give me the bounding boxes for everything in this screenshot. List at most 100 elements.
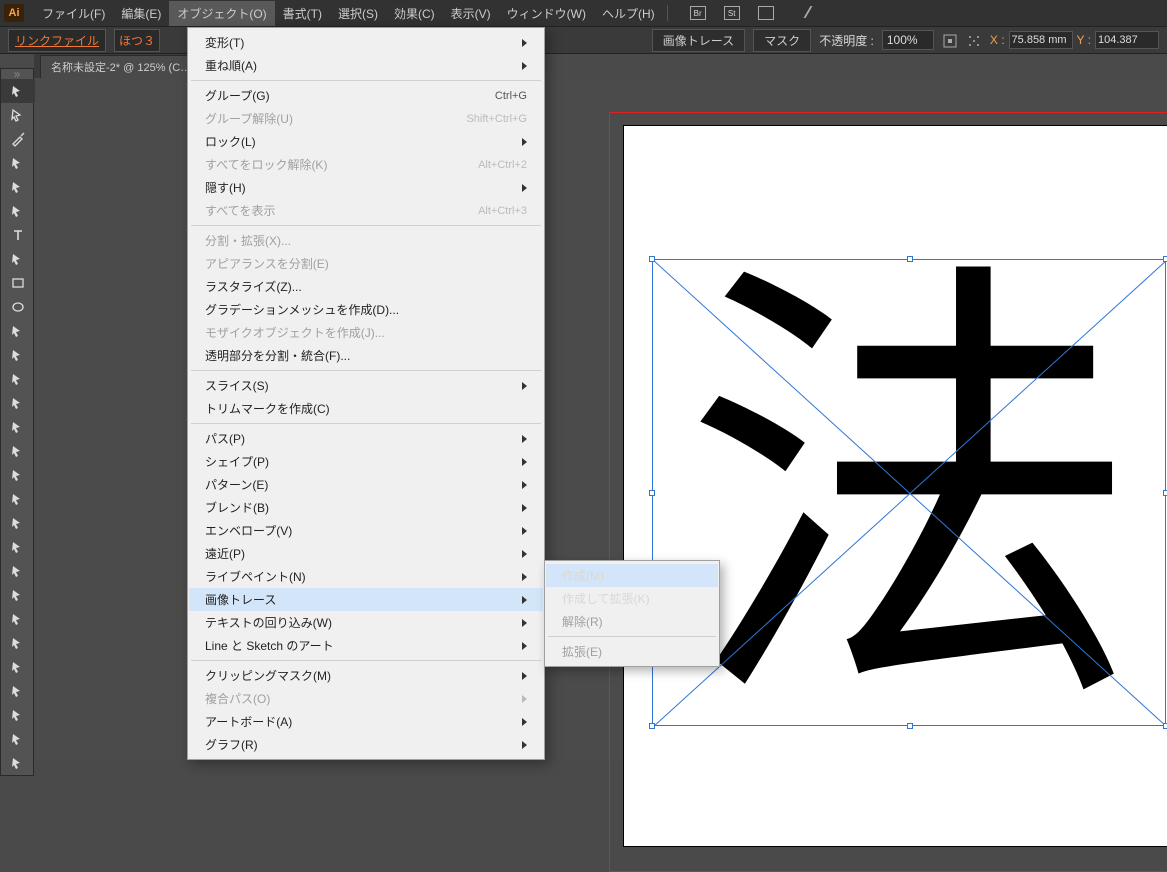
- submenu-item[interactable]: 作成して拡張(K): [546, 587, 718, 610]
- menu-item[interactable]: 隠す(H): [189, 176, 543, 199]
- menu-書式[interactable]: 書式(T): [275, 1, 330, 26]
- graph-tool[interactable]: [1, 655, 35, 679]
- hand-tool[interactable]: [1, 727, 35, 751]
- menu-item: すべてを表示Alt+Ctrl+3: [189, 199, 543, 222]
- menu-item[interactable]: Line と Sketch のアート: [189, 634, 543, 657]
- submenu-arrow-icon: [522, 573, 527, 581]
- menu-separator: [191, 80, 541, 81]
- menu-ヘルプ[interactable]: ヘルプ(H): [594, 1, 663, 26]
- menu-item[interactable]: アートボード(A): [189, 710, 543, 733]
- zoom-tool[interactable]: [1, 751, 35, 775]
- submenu-arrow-icon: [522, 695, 527, 703]
- menu-item[interactable]: スライス(S): [189, 374, 543, 397]
- mask-button[interactable]: マスク: [753, 29, 811, 52]
- st-icon[interactable]: St: [724, 6, 740, 20]
- shapebuilder-tool[interactable]: [1, 487, 35, 511]
- menu-ファイル[interactable]: ファイル(F): [34, 1, 113, 26]
- handle-nw[interactable]: [649, 256, 655, 262]
- menu-item[interactable]: グラデーションメッシュを作成(D)...: [189, 298, 543, 321]
- menubar-items: ファイル(F)編集(E)オブジェクト(O)書式(T)選択(S)効果(C)表示(V…: [34, 1, 663, 26]
- gradient-tool[interactable]: [1, 559, 35, 583]
- handle-s[interactable]: [907, 723, 913, 729]
- handle-n[interactable]: [907, 256, 913, 262]
- y-input[interactable]: [1095, 31, 1159, 49]
- opacity-input[interactable]: 100%: [882, 30, 934, 50]
- menu-item[interactable]: グループ(G)Ctrl+G: [189, 84, 543, 107]
- submenu-arrow-icon: [522, 596, 527, 604]
- menu-選択[interactable]: 選択(S): [330, 1, 386, 26]
- handle-w[interactable]: [649, 490, 655, 496]
- menu-オブジェクト[interactable]: オブジェクト(O): [169, 1, 274, 26]
- symbol-tool[interactable]: [1, 631, 35, 655]
- line-tool[interactable]: [1, 247, 35, 271]
- submenu-arrow-icon: [522, 550, 527, 558]
- handle-ne[interactable]: [1163, 256, 1167, 262]
- selection-tool[interactable]: [1, 79, 35, 103]
- menu-separator: [191, 370, 541, 371]
- align-icon[interactable]: [966, 33, 982, 47]
- lasso-tool[interactable]: [1, 151, 35, 175]
- menu-item[interactable]: 変形(T): [189, 31, 543, 54]
- pen-tool[interactable]: [1, 175, 35, 199]
- type-tool[interactable]: [1, 223, 35, 247]
- slice-tool[interactable]: [1, 703, 35, 727]
- menu-item-label: エンベロープ(V): [205, 522, 292, 539]
- width-tool[interactable]: [1, 439, 35, 463]
- handle-e[interactable]: [1163, 490, 1167, 496]
- menu-item-label: 分割・拡張(X)...: [205, 232, 291, 249]
- menu-item[interactable]: エンベロープ(V): [189, 519, 543, 542]
- x-input[interactable]: [1009, 31, 1073, 49]
- wand-tool[interactable]: [1, 127, 35, 151]
- menu-item[interactable]: パス(P): [189, 427, 543, 450]
- feather-icon[interactable]: [792, 6, 808, 20]
- linked-file-name[interactable]: ほつ３: [114, 29, 160, 52]
- menu-編集[interactable]: 編集(E): [113, 1, 169, 26]
- menu-item-label: 透明部分を分割・統合(F)...: [205, 347, 350, 364]
- ellipse-tool[interactable]: [1, 295, 35, 319]
- eraser-tool[interactable]: [1, 367, 35, 391]
- menu-表示[interactable]: 表示(V): [443, 1, 499, 26]
- image-trace-button[interactable]: 画像トレース: [652, 29, 745, 52]
- menu-ウィンドウ[interactable]: ウィンドウ(W): [499, 1, 594, 26]
- rotate-tool[interactable]: [1, 391, 35, 415]
- rect-tool[interactable]: [1, 271, 35, 295]
- menu-item[interactable]: シェイプ(P): [189, 450, 543, 473]
- freetransform-tool[interactable]: [1, 463, 35, 487]
- panel-icon[interactable]: [758, 6, 774, 20]
- menu-item[interactable]: ブレンド(B): [189, 496, 543, 519]
- curvature-tool[interactable]: [1, 199, 35, 223]
- menu-効果[interactable]: 効果(C): [386, 1, 443, 26]
- menu-item[interactable]: 透明部分を分割・統合(F)...: [189, 344, 543, 367]
- handle-se[interactable]: [1163, 723, 1167, 729]
- menu-item: アピアランスを分割(E): [189, 252, 543, 275]
- document-tab[interactable]: 名称未設定-2* @ 125% (C…: [40, 55, 202, 78]
- blob-tool[interactable]: [1, 343, 35, 367]
- menu-item[interactable]: 遠近(P): [189, 542, 543, 565]
- artboard-tool[interactable]: [1, 679, 35, 703]
- submenu-item[interactable]: 作成(M): [546, 564, 718, 587]
- perspective-tool[interactable]: [1, 511, 35, 535]
- scale-tool[interactable]: [1, 415, 35, 439]
- direct-select-tool[interactable]: [1, 103, 35, 127]
- menu-item-label: ブレンド(B): [205, 499, 269, 516]
- brush-tool[interactable]: [1, 319, 35, 343]
- transform-icon[interactable]: [942, 33, 958, 47]
- linked-file-button[interactable]: リンクファイル: [8, 29, 106, 52]
- menu-item[interactable]: テキストの回り込み(W): [189, 611, 543, 634]
- br-icon[interactable]: Br: [690, 6, 706, 20]
- menu-item[interactable]: トリムマークを作成(C): [189, 397, 543, 420]
- menu-item[interactable]: 重ね順(A): [189, 54, 543, 77]
- menu-item[interactable]: ライブペイント(N): [189, 565, 543, 588]
- blend-tool[interactable]: [1, 607, 35, 631]
- selection-box[interactable]: [652, 259, 1166, 726]
- menu-item[interactable]: ラスタライズ(Z)...: [189, 275, 543, 298]
- menu-item[interactable]: クリッピングマスク(M): [189, 664, 543, 687]
- menu-item[interactable]: 画像トレース: [189, 588, 543, 611]
- menu-item[interactable]: グラフ(R): [189, 733, 543, 756]
- mesh-tool[interactable]: [1, 535, 35, 559]
- handle-sw[interactable]: [649, 723, 655, 729]
- menu-item[interactable]: パターン(E): [189, 473, 543, 496]
- menu-shortcut: Alt+Ctrl+2: [478, 159, 527, 171]
- menu-item[interactable]: ロック(L): [189, 130, 543, 153]
- eyedropper-tool[interactable]: [1, 583, 35, 607]
